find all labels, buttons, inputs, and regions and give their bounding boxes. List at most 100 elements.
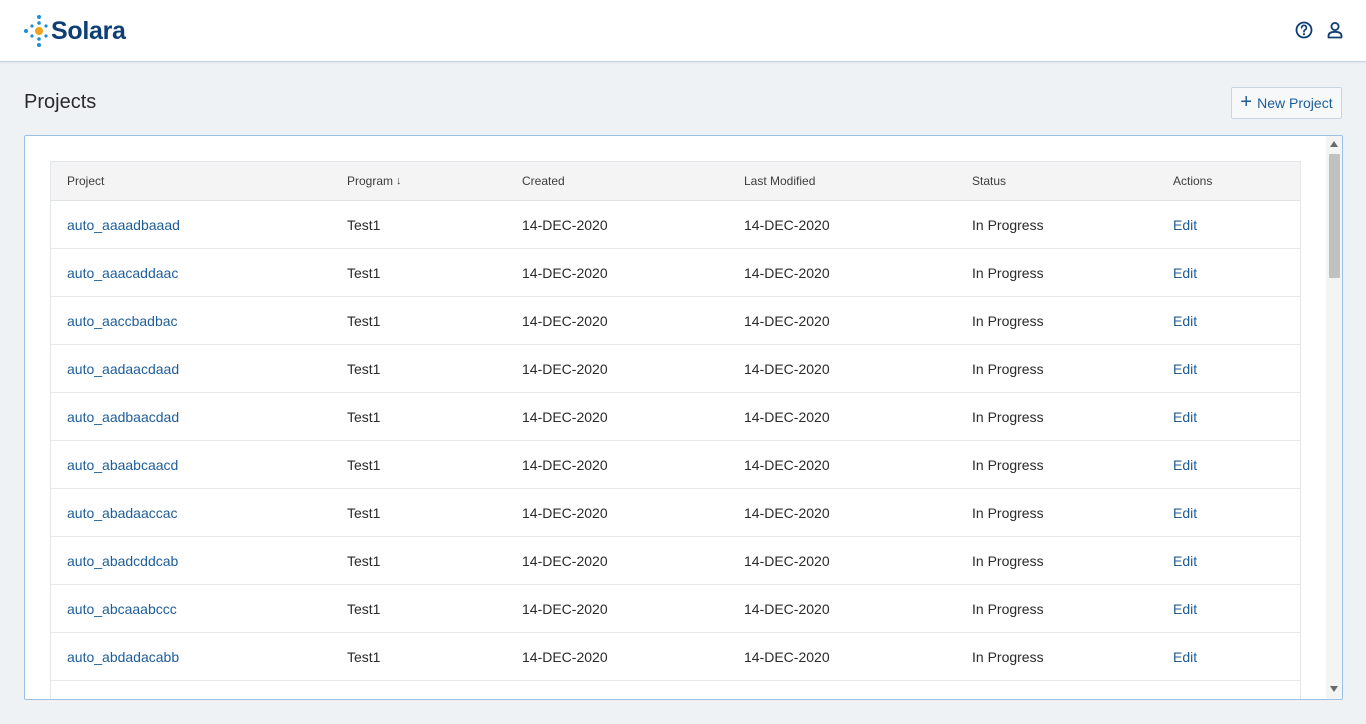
project-link[interactable]: auto_abcaaabccc bbox=[67, 585, 177, 632]
created-cell: 14-DEC-2020 bbox=[522, 312, 608, 329]
created-cell: 14-DEC-2020 bbox=[522, 648, 608, 665]
column-header-actions: Actions bbox=[1173, 174, 1213, 188]
solara-logo[interactable]: Solara bbox=[23, 13, 126, 49]
table-row: auto_abdadacabb Test1 14-DEC-2020 14-DEC-20… bbox=[51, 633, 1300, 681]
column-header-status[interactable]: Status bbox=[972, 162, 1006, 200]
table-row: auto_aaaadbaaad Test1 14-DEC-2020 14-DEC-20… bbox=[51, 201, 1300, 249]
program-cell: Test1 bbox=[347, 600, 381, 617]
scrollbar-thumb[interactable] bbox=[1329, 154, 1340, 278]
edit-link[interactable]: Edit bbox=[1173, 297, 1197, 344]
last-modified-cell: 14-DEC-2020 bbox=[744, 312, 830, 329]
program-cell: Test1 bbox=[347, 681, 380, 700]
status-cell: In Progress bbox=[972, 681, 1044, 700]
last-modified-cell: 14-DEC-2020 bbox=[744, 216, 830, 233]
project-link[interactable]: auto_aaccbadbac bbox=[67, 297, 178, 344]
table-row: auto_aadaacdaad Test1 14-DEC-2020 14-DEC-20… bbox=[51, 345, 1300, 393]
project-link[interactable]: auto_abdaaadbcb bbox=[67, 681, 179, 700]
user-profile-icon[interactable] bbox=[1325, 20, 1345, 40]
plus-icon: + bbox=[1240, 90, 1253, 113]
table-header: Project Program ↓ Created Last Modified … bbox=[51, 162, 1300, 201]
new-project-button[interactable]: + New Project bbox=[1231, 87, 1342, 119]
edit-link[interactable]: Edit bbox=[1173, 585, 1197, 632]
last-modified-cell: 14-DEC-2020 bbox=[744, 504, 830, 521]
created-cell: 14-DEC-2020 bbox=[522, 408, 608, 425]
edit-link[interactable]: Edit bbox=[1173, 393, 1197, 440]
program-cell: Test1 bbox=[347, 312, 381, 329]
created-cell: 14-DEC-2020 bbox=[522, 681, 608, 700]
projects-table: Project Program ↓ Created Last Modified … bbox=[50, 161, 1301, 700]
status-cell: In Progress bbox=[972, 648, 1044, 665]
sort-descending-icon: ↓ bbox=[396, 175, 402, 187]
table-row: auto_aadbaacdad Test1 14-DEC-2020 14-DEC-20… bbox=[51, 393, 1300, 441]
program-cell: Test1 bbox=[347, 264, 381, 281]
edit-link[interactable]: Edit bbox=[1173, 345, 1197, 392]
table-row: auto_abadcddcab Test1 14-DEC-2020 14-DEC-20… bbox=[51, 537, 1300, 585]
table-body: auto_aaaadbaaad Test1 14-DEC-2020 14-DEC-20… bbox=[51, 201, 1300, 700]
program-cell: Test1 bbox=[347, 456, 381, 473]
column-header-project[interactable]: Project bbox=[67, 162, 104, 200]
program-cell: Test1 bbox=[347, 648, 381, 665]
program-cell: Test1 bbox=[347, 552, 381, 569]
created-cell: 14-DEC-2020 bbox=[522, 504, 608, 521]
project-link[interactable]: auto_aaaadbaaad bbox=[67, 201, 180, 248]
top-navigation-bar: Solara bbox=[0, 0, 1366, 62]
project-link[interactable]: auto_abadaaccac bbox=[67, 489, 178, 536]
new-project-label: New Project bbox=[1257, 95, 1333, 111]
last-modified-cell: 14-DEC-2020 bbox=[744, 408, 830, 425]
column-header-created[interactable]: Created bbox=[522, 162, 565, 200]
project-link[interactable]: auto_aaacaddaac bbox=[67, 249, 178, 296]
scroll-up-arrow-icon[interactable] bbox=[1330, 141, 1338, 147]
created-cell: 14-DEC-2020 bbox=[522, 600, 608, 617]
last-modified-cell: 14-DEC-2020 bbox=[744, 681, 830, 700]
table-row: auto_abdaaadbcb Test1 14-DEC-2020 14-DEC-20… bbox=[51, 681, 1300, 700]
program-cell: Test1 bbox=[347, 504, 381, 521]
project-link[interactable]: auto_abaabcaacd bbox=[67, 441, 178, 488]
edit-link[interactable]: Edit bbox=[1173, 441, 1197, 488]
table-row: auto_abadaaccac Test1 14-DEC-2020 14-DEC-20… bbox=[51, 489, 1300, 537]
last-modified-cell: 14-DEC-2020 bbox=[744, 552, 830, 569]
edit-link[interactable]: Edit bbox=[1173, 201, 1197, 248]
brand-name: Solara bbox=[51, 16, 126, 45]
status-cell: In Progress bbox=[972, 552, 1044, 569]
created-cell: 14-DEC-2020 bbox=[522, 264, 608, 281]
program-cell: Test1 bbox=[347, 216, 381, 233]
status-cell: In Progress bbox=[972, 600, 1044, 617]
last-modified-cell: 14-DEC-2020 bbox=[744, 360, 830, 377]
table-row: auto_abaabcaacd Test1 14-DEC-2020 14-DEC-20… bbox=[51, 441, 1300, 489]
projects-card: Project Program ↓ Created Last Modified … bbox=[24, 135, 1343, 700]
column-header-program-label: Program bbox=[347, 174, 394, 188]
created-cell: 14-DEC-2020 bbox=[522, 456, 608, 473]
created-cell: 14-DEC-2020 bbox=[522, 360, 608, 377]
program-cell: Test1 bbox=[347, 408, 381, 425]
status-cell: In Progress bbox=[972, 216, 1044, 233]
project-link[interactable]: auto_abdadacabb bbox=[67, 633, 179, 680]
edit-link[interactable]: Edit bbox=[1173, 681, 1197, 700]
created-cell: 14-DEC-2020 bbox=[522, 216, 608, 233]
status-cell: In Progress bbox=[972, 504, 1044, 521]
edit-link[interactable]: Edit bbox=[1173, 633, 1197, 680]
last-modified-cell: 14-DEC-2020 bbox=[744, 456, 830, 473]
project-link[interactable]: auto_aadaacdaad bbox=[67, 345, 179, 392]
program-cell: Test1 bbox=[347, 360, 381, 377]
project-link[interactable]: auto_abadcddcab bbox=[67, 537, 178, 584]
solara-logo-icon bbox=[24, 15, 48, 47]
last-modified-cell: 14-DEC-2020 bbox=[744, 600, 830, 617]
column-header-program[interactable]: Program ↓ bbox=[347, 162, 402, 200]
status-cell: In Progress bbox=[972, 312, 1044, 329]
last-modified-cell: 14-DEC-2020 bbox=[744, 648, 830, 665]
vertical-scrollbar[interactable] bbox=[1326, 136, 1342, 699]
status-cell: In Progress bbox=[972, 360, 1044, 377]
project-link[interactable]: auto_aadbaacdad bbox=[67, 393, 179, 440]
table-row: auto_aaccbadbac Test1 14-DEC-2020 14-DEC-20… bbox=[51, 297, 1300, 345]
status-cell: In Progress bbox=[972, 264, 1044, 281]
help-circle-icon[interactable] bbox=[1294, 20, 1314, 40]
edit-link[interactable]: Edit bbox=[1173, 249, 1197, 296]
edit-link[interactable]: Edit bbox=[1173, 489, 1197, 536]
status-cell: In Progress bbox=[972, 408, 1044, 425]
last-modified-cell: 14-DEC-2020 bbox=[744, 264, 830, 281]
table-row: auto_abcaaabccc Test1 14-DEC-2020 14-DEC-20… bbox=[51, 585, 1300, 633]
edit-link[interactable]: Edit bbox=[1173, 537, 1197, 584]
created-cell: 14-DEC-2020 bbox=[522, 552, 608, 569]
column-header-last-modified[interactable]: Last Modified bbox=[744, 162, 815, 200]
scroll-down-arrow-icon[interactable] bbox=[1330, 686, 1338, 692]
